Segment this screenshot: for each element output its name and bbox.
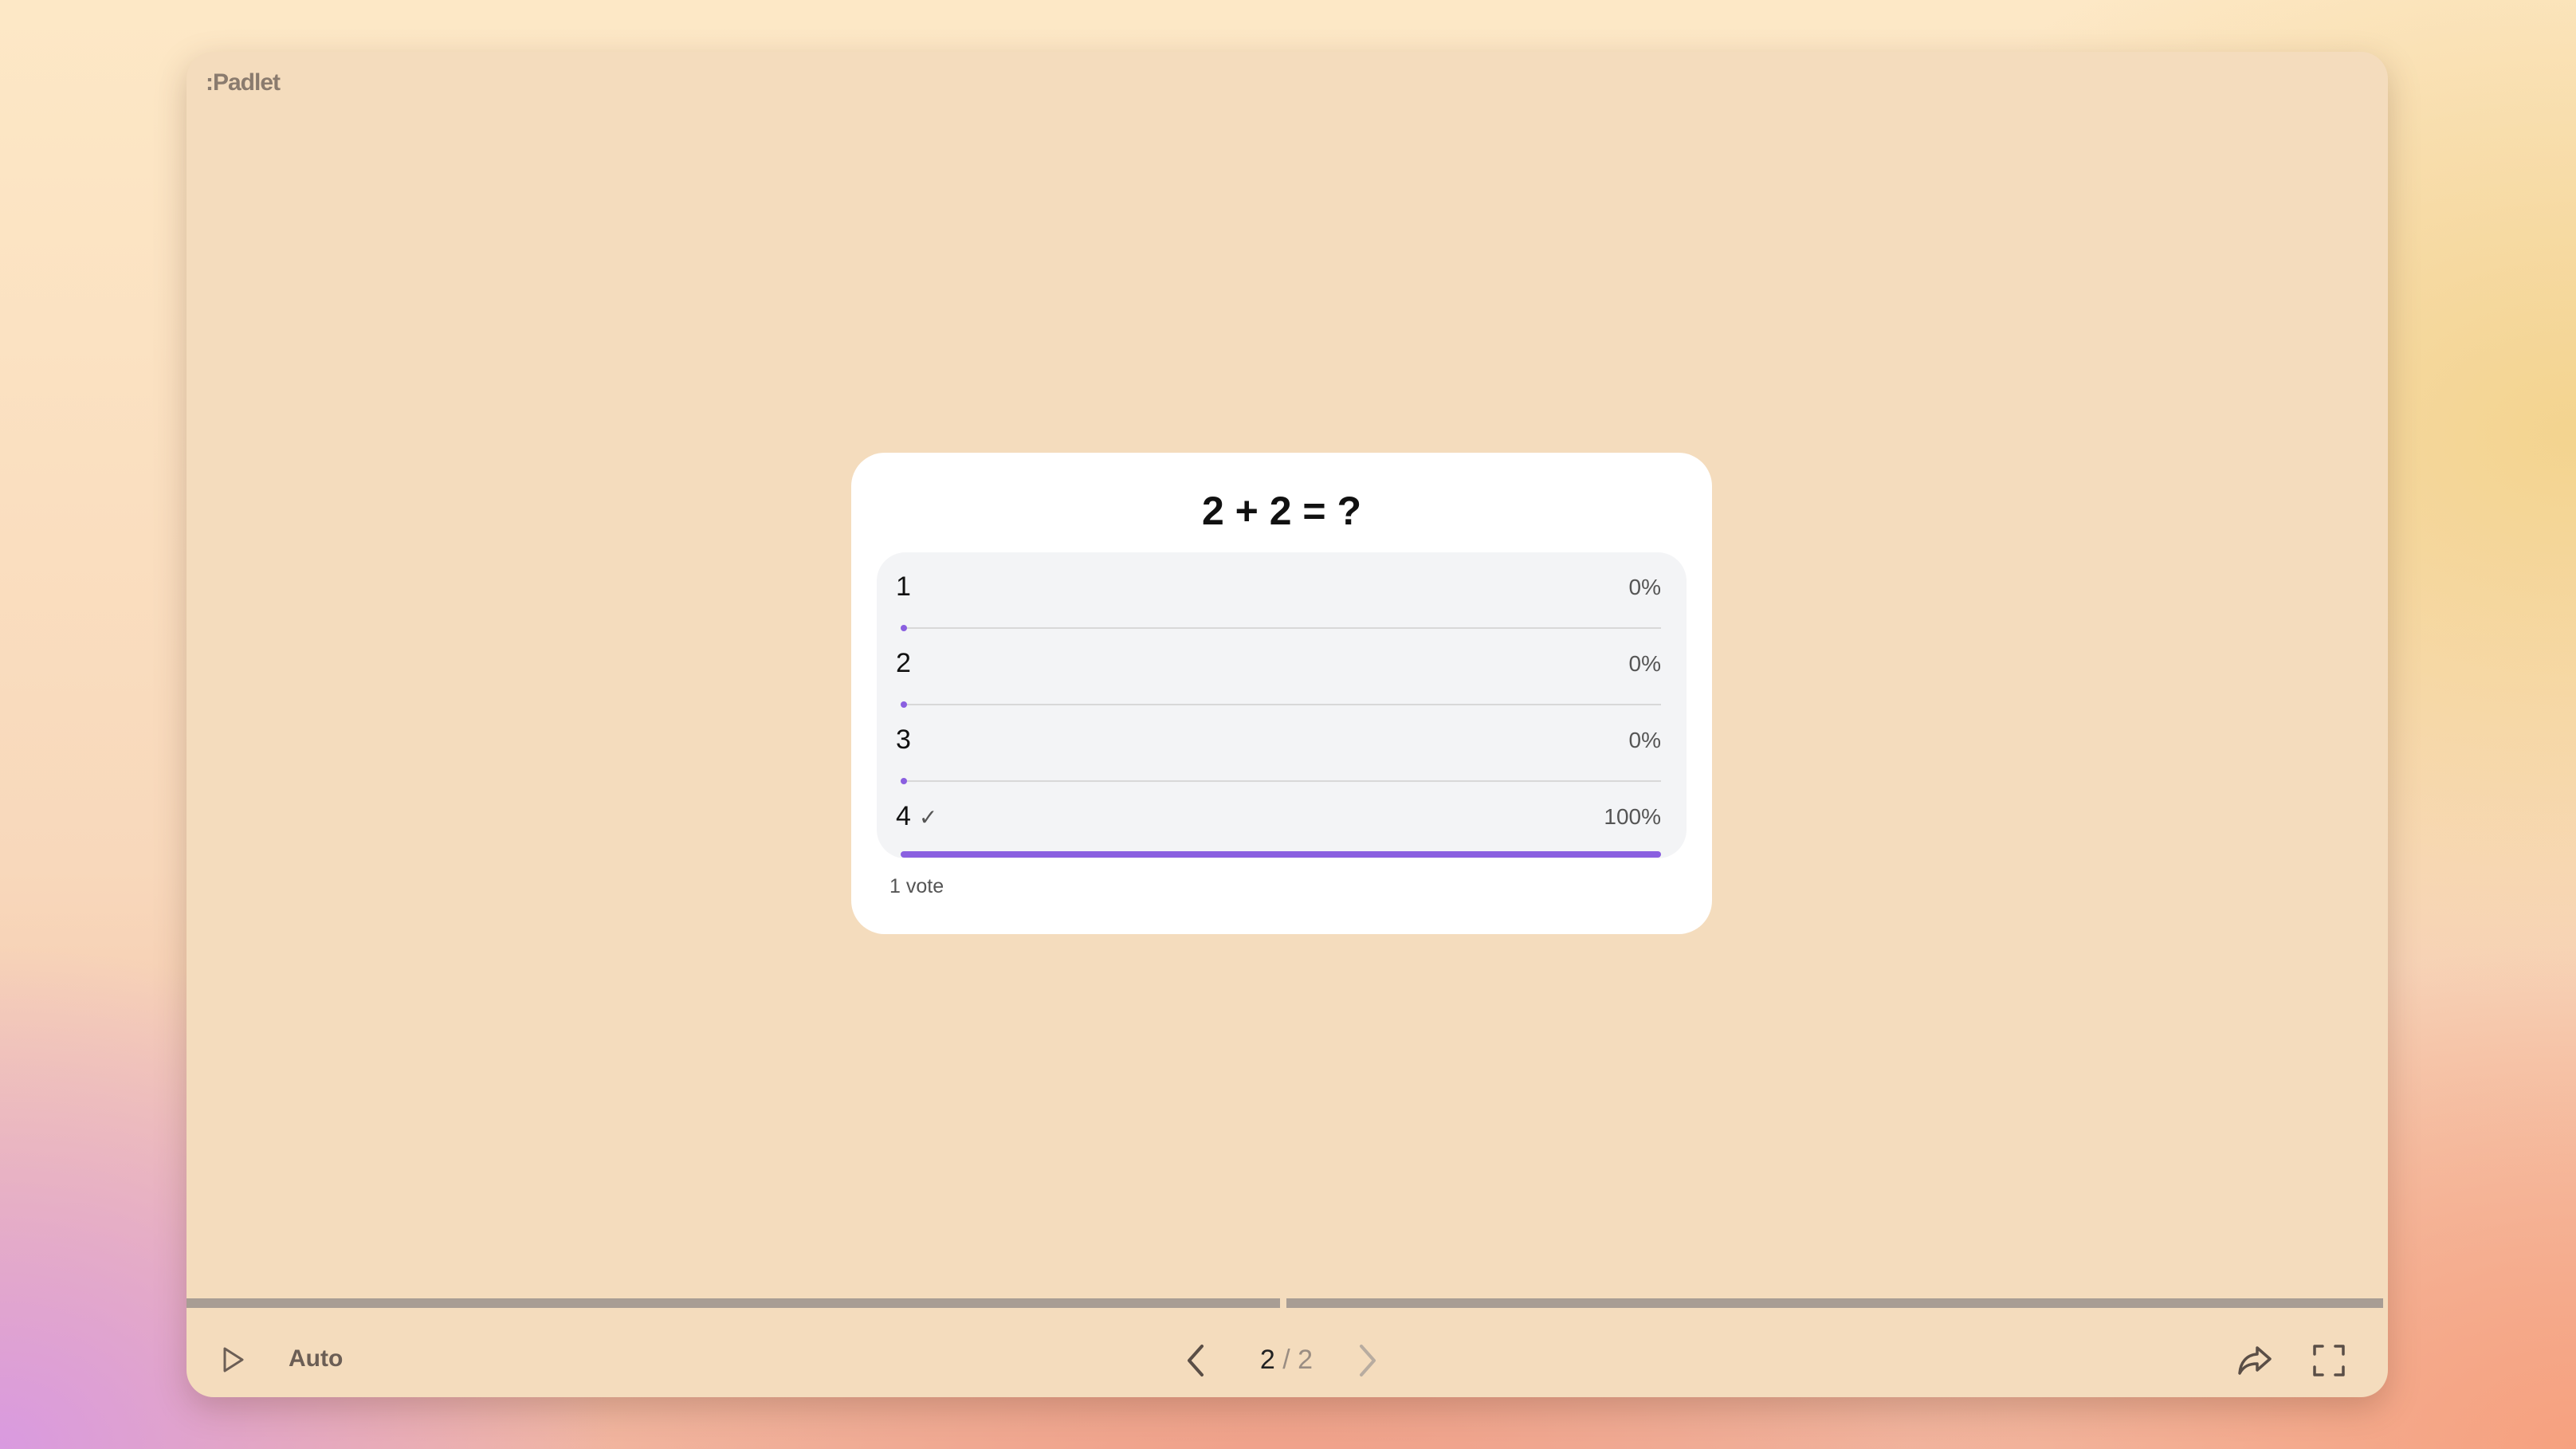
current-page: 2 [1259,1345,1275,1375]
poll-option[interactable]: 3 0% [877,705,1687,784]
poll-option-bar-track [901,851,1661,858]
slide-progress [187,1298,2388,1308]
check-icon: ✓ [918,805,938,830]
poll-option-label: 3 [896,724,911,755]
play-icon[interactable] [215,1343,249,1376]
share-icon[interactable] [2235,1341,2275,1380]
page-separator: / [1274,1345,1298,1375]
poll-option-percent: 100% [1604,804,1661,829]
slide-progress-segment[interactable] [1286,1298,2383,1308]
poll-option-label: 4 ✓ [896,801,937,832]
poll-option-bar-fill [901,851,1661,858]
chevron-right-icon[interactable] [1352,1341,1384,1380]
poll-option-percent: 0% [1628,651,1661,676]
chevron-left-icon[interactable] [1180,1341,1211,1380]
vote-count: 1 vote [889,875,944,897]
fullscreen-icon[interactable] [2311,1343,2346,1378]
poll-option-label-text: 4 [896,801,911,831]
padlet-logo: :Padlet [206,69,281,96]
poll-card: 2 + 2 = ? 1 0% 2 0% 3 0% 4 ✓ 100% 1 vote [851,453,1712,934]
poll-option-percent: 0% [1628,575,1661,599]
poll-option-percent: 0% [1628,728,1661,752]
slide-progress-segment[interactable] [187,1298,1280,1308]
auto-play-label[interactable]: Auto [289,1345,343,1372]
poll-option[interactable]: 1 0% [877,552,1687,631]
poll-option[interactable]: 2 0% [877,629,1687,708]
poll-question: 2 + 2 = ? [1201,489,1362,533]
poll-option-label: 2 [896,648,911,678]
total-pages: 2 [1298,1345,1314,1375]
poll-option[interactable]: 4 ✓ 100% [877,782,1687,858]
page-indicator: 2 / 2 [1239,1345,1334,1376]
poll-option-label: 1 [896,571,911,602]
poll-options: 1 0% 2 0% 3 0% 4 ✓ 100% [877,552,1687,858]
slideshow-window: :Padlet 2 + 2 = ? 1 0% 2 0% 3 0% 4 ✓ 100… [187,52,2388,1397]
